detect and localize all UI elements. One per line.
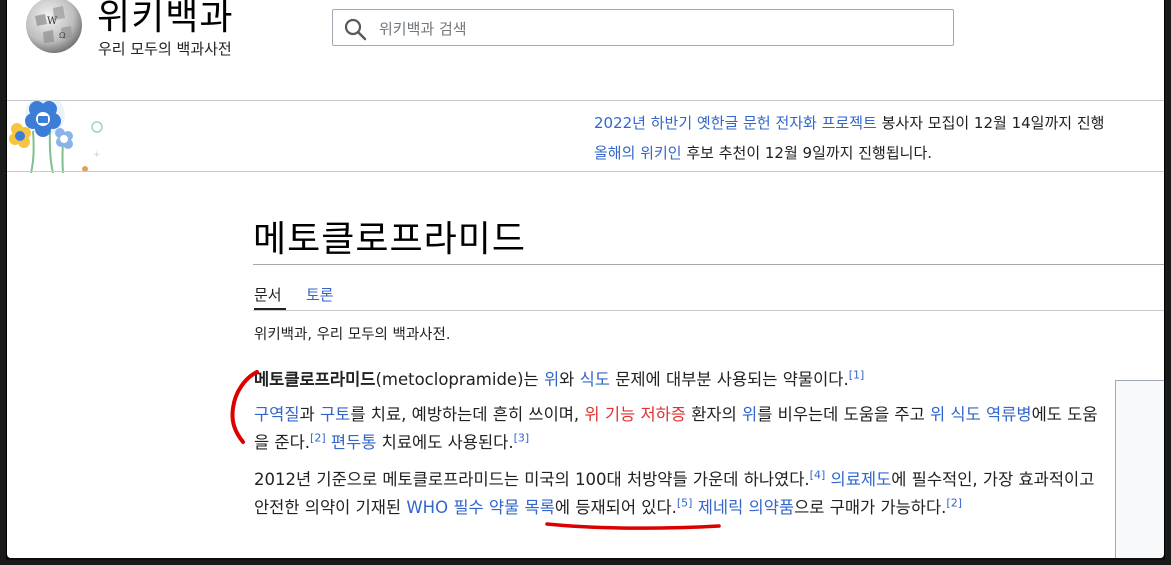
bold-term: 메토클로프라미드	[254, 370, 376, 389]
browser-page: W Ω 위키백과 우리 모두의 백과사전 +	[7, 0, 1164, 558]
text: 과	[299, 405, 320, 424]
site-tagline: 우리 모두의 백과사전	[98, 40, 232, 58]
wikipedia-globe-logo[interactable]: W Ω	[23, 0, 85, 56]
text: 환자의	[686, 405, 743, 424]
banner-text-2: 후보 추천이 12월 9일까지 진행됩니다.	[681, 144, 933, 162]
site-wordmark[interactable]: 위키백과	[97, 0, 233, 40]
tab-talk[interactable]: 토론	[306, 284, 334, 305]
link-stomach[interactable]: 위	[544, 370, 559, 389]
banner-link-wikian-of-year[interactable]: 올해의 위키인	[594, 144, 682, 162]
paragraph-2: 구역질과 구토를 치료, 예방하는데 흔히 쓰이며, 위 기능 저하증 환자의 …	[254, 401, 1104, 457]
link-vomiting[interactable]: 구토	[320, 405, 350, 424]
site-subtitle: 위키백과, 우리 모두의 백과사전.	[254, 327, 451, 343]
text: 으로 구매가 가능하다.	[794, 498, 947, 517]
link-gerd[interactable]: 위 식도 역류병	[930, 405, 1032, 424]
banner-link-oldhangul[interactable]: 2022년 하반기 옛한글 문헌 전자화 프로젝트	[594, 114, 877, 132]
link-nausea[interactable]: 구역질	[254, 405, 300, 424]
svg-text:W: W	[47, 16, 58, 27]
tab-article[interactable]: 문서	[254, 284, 282, 305]
text: (metoclopramide)는	[375, 370, 544, 389]
banner-divider	[7, 171, 1164, 172]
link-stomach-2[interactable]: 위	[742, 405, 757, 424]
page-title: 메토클로프라미드	[253, 219, 526, 260]
reference-5[interactable]: [5]	[677, 497, 693, 510]
red-annotation-underline	[545, 522, 721, 530]
text: 에 등재되어 있다.	[554, 498, 677, 517]
infobox	[1115, 380, 1164, 558]
paragraph-1: 메토클로프라미드(metoclopramide)는 위와 식도 문제에 대부분 …	[254, 366, 1104, 394]
link-who-essential-medicines[interactable]: WHO 필수 약물 목록	[406, 498, 555, 517]
paragraph-3: 2012년 기준으로 메토클로프라미드는 미국의 100대 처방약들 가운데 하…	[254, 466, 1104, 522]
banner-text-1: 봉사자 모집이 12월 14일까지 진행	[876, 114, 1105, 132]
reference-2[interactable]: [2]	[310, 432, 326, 445]
reference-3[interactable]: [3]	[514, 432, 530, 445]
search-input[interactable]	[377, 17, 941, 41]
reference-1[interactable]: [1]	[849, 369, 865, 382]
text: 를 치료, 예방하는데 흔히 쓰이며,	[350, 405, 585, 424]
search-box[interactable]	[332, 9, 954, 46]
search-icon	[344, 18, 367, 41]
text: 치료에도 사용된다.	[376, 433, 514, 452]
link-health-system[interactable]: 의료제도	[831, 470, 892, 489]
banner-notice-2: 올해의 위키인 후보 추천이 12월 9일까지 진행됩니다.	[594, 142, 932, 163]
text: 를 비우는데 도움을 주고	[757, 405, 930, 424]
svg-text:Ω: Ω	[59, 31, 66, 40]
tabs-divider	[253, 310, 1164, 311]
title-divider	[253, 264, 1164, 265]
banner-notice-1: 2022년 하반기 옛한글 문헌 전자화 프로젝트 봉사자 모집이 12월 14…	[594, 112, 1104, 133]
reference-4[interactable]: [4]	[810, 469, 826, 482]
text: 문제에 대부분 사용되는 약물이다.	[609, 370, 849, 389]
header-divider	[7, 100, 1164, 101]
banner-flower-illustration: +	[9, 101, 103, 173]
link-generic-drug[interactable]: 제네릭 의약품	[698, 498, 794, 517]
reference-6[interactable]: [2]	[946, 497, 962, 510]
link-migraine[interactable]: 편두통	[331, 433, 377, 452]
redlink-gastroparesis[interactable]: 위 기능 저하증	[584, 405, 686, 424]
link-esophagus[interactable]: 식도	[580, 370, 610, 389]
text: 2012년 기준으로 메토클로프라미드는 미국의 100대 처방약들 가운데 하…	[254, 470, 810, 489]
text: 와	[559, 370, 580, 389]
svg-text:+: +	[93, 150, 101, 160]
